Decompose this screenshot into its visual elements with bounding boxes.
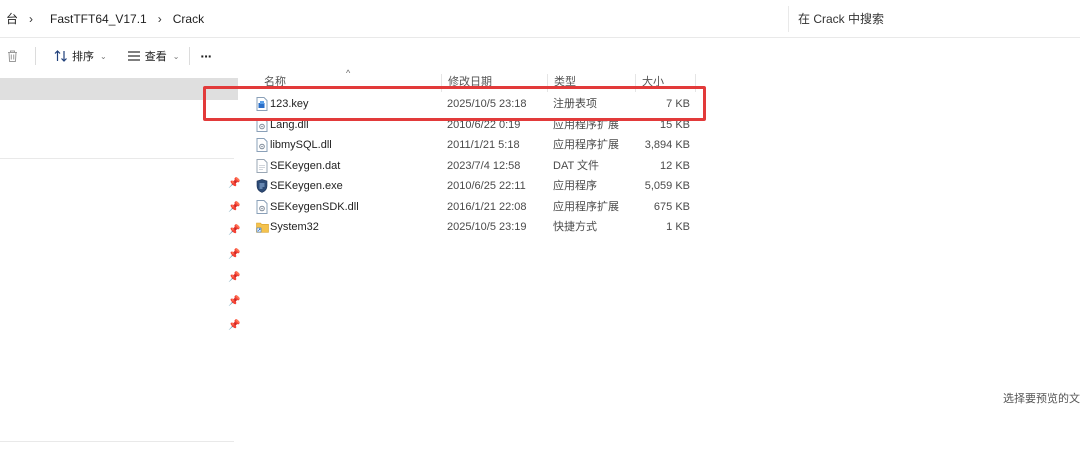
nav-divider [0,441,234,442]
file-date: 2011/1/21 5:18 [447,139,520,151]
folder-shortcut-icon [256,222,269,233]
file-explorer-window: 台 › FastTFT64_V17.1 › Crack 在 Crack 中搜索 … [0,0,1080,451]
file-name: Lang.dll [270,118,309,131]
file-size: 15 KB [660,118,690,131]
file-name: 123.key [270,98,309,110]
breadcrumb-item-parent[interactable]: 台 [0,6,24,32]
file-type: DAT 文件 [553,159,600,172]
pin-icon[interactable]: 📌 [228,179,240,189]
sort-button[interactable]: 排序 ⌄ [48,43,113,69]
column-header-name[interactable]: 名称 [258,74,442,92]
sort-icon [54,50,67,62]
dat-file-icon [256,158,268,173]
view-button[interactable]: 查看 ⌄ [121,43,186,69]
toolbar-divider [189,47,191,65]
file-date: 2010/6/22 0:19 [447,118,521,131]
navigation-pane: 📌 📌 📌 📌 📌 📌 📌 [0,74,240,451]
search-input[interactable]: 在 Crack 中搜索 [788,6,1080,32]
file-type: 应用程序 [553,180,597,192]
dll-icon [256,199,268,214]
file-date: 2025/10/5 23:18 [447,98,527,110]
file-date: 2025/10/5 23:19 [447,221,527,233]
file-type: 快捷方式 [553,221,597,233]
sort-label: 排序 [72,51,94,63]
chevron-right-icon: › [29,12,34,26]
pin-icon[interactable]: 📌 [228,273,240,283]
pin-icon[interactable]: 📌 [228,226,240,236]
chevron-down-icon: ⌄ [172,51,180,61]
file-row[interactable]: 123.key 2025/10/5 23:18 注册表项 7 KB [248,94,708,115]
file-type: 注册表项 [553,98,597,110]
file-list: 123.key 2025/10/5 23:18 注册表项 7 KB Lang.d… [248,94,708,238]
file-date: 2023/7/4 12:58 [447,159,521,172]
file-type: 应用程序扩展 [553,139,619,151]
column-headers: ^ 名称 修改日期 类型 大小 [248,68,708,92]
file-row[interactable]: libmySQL.dll 2011/1/21 5:18 应用程序扩展 3,894… [248,135,708,156]
file-row[interactable]: SEKeygenSDK.dll 2016/1/21 22:08 应用程序扩展 6… [248,197,708,218]
dll-icon [256,117,268,132]
command-bar: 排序 ⌄ 查看 ⌄ ··· [0,38,1080,74]
breadcrumb[interactable]: 台 › FastTFT64_V17.1 › Crack [0,6,780,32]
exe-icon [256,179,268,194]
more-icon: ··· [200,48,212,64]
file-size: 3,894 KB [644,139,690,151]
preview-pane-hint: 选择要预览的文 [1003,393,1080,405]
dll-icon [256,138,268,153]
file-date: 2010/6/25 22:11 [447,180,526,192]
pin-icon[interactable]: 📌 [228,297,240,307]
view-list-icon [127,51,140,61]
trash-icon [8,50,17,62]
nav-item-selected[interactable] [0,78,238,100]
file-name: SEKeygen.dat [270,159,341,172]
breadcrumb-item-fasttft[interactable]: FastTFT64_V17.1 [38,6,153,32]
file-type: 应用程序扩展 [553,118,619,131]
toolbar-divider [35,47,36,65]
chevron-right-icon: › [157,12,162,26]
file-date: 2016/1/21 22:08 [447,200,527,213]
registry-icon [256,97,268,112]
delete-button[interactable] [0,43,25,69]
file-row[interactable]: SEKeygen.dat 2023/7/4 12:58 DAT 文件 12 KB [248,156,708,177]
column-header-date[interactable]: 修改日期 [442,74,548,92]
pin-icon[interactable]: 📌 [228,250,240,260]
breadcrumb-item-crack[interactable]: Crack [167,6,210,32]
column-header-type[interactable]: 类型 [548,74,636,92]
file-type: 应用程序扩展 [553,200,619,213]
file-row[interactable]: System32 2025/10/5 23:19 快捷方式 1 KB [248,217,708,238]
pin-icon[interactable]: 📌 [228,203,240,213]
chevron-down-icon: ⌄ [100,51,107,61]
file-size: 675 KB [653,200,690,213]
view-label: 查看 [144,51,167,63]
nav-divider [0,158,234,159]
file-name: SEKeygenSDK.dll [270,200,359,213]
file-size: 1 KB [666,221,690,233]
file-size: 5,059 KB [644,180,690,192]
file-name: System32 [270,221,319,233]
file-size: 7 KB [666,98,690,110]
pin-icon[interactable]: 📌 [228,321,240,331]
file-row[interactable]: Lang.dll 2010/6/22 0:19 应用程序扩展 15 KB [248,115,708,136]
file-name: SEKeygen.exe [270,180,343,192]
file-name: libmySQL.dll [270,139,332,151]
file-row[interactable]: SEKeygen.exe 2010/6/25 22:11 应用程序 5,059 … [248,176,708,197]
file-size: 12 KB [660,159,690,172]
column-header-size[interactable]: 大小 [636,74,696,92]
address-row: 台 › FastTFT64_V17.1 › Crack 在 Crack 中搜索 [0,0,1080,38]
more-options-button[interactable]: ··· [194,43,217,69]
